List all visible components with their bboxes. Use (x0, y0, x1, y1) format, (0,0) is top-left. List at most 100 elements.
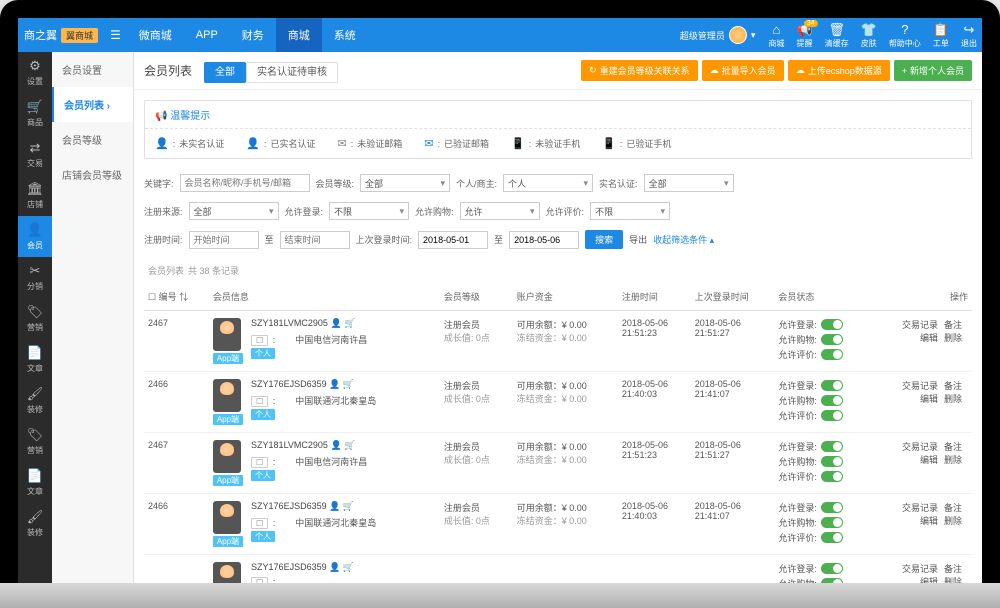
header-btn-新增个人会员[interactable]: +新增个人会员 (894, 60, 972, 81)
last-start-input[interactable] (418, 231, 488, 249)
tab-1[interactable]: 实名认证待审核 (246, 62, 338, 83)
rail-item-文章[interactable]: 📄文章 (18, 462, 52, 503)
menu-icon[interactable]: ☰ (104, 28, 127, 42)
rail-item-文章[interactable]: 📄文章 (18, 339, 52, 380)
type-select[interactable]: 个人 (503, 174, 593, 192)
toggle[interactable] (821, 532, 843, 543)
tab-0[interactable]: 全部 (204, 62, 246, 83)
topnav-item-0[interactable]: 系统 (322, 18, 368, 52)
toolbar-帮助中心[interactable]: ?帮助中心 (884, 22, 926, 49)
op-link[interactable]: 交易记录 (902, 381, 938, 391)
rail-item-会员[interactable]: 👤会员 (18, 216, 52, 257)
toggle[interactable] (821, 456, 843, 467)
keyword-input[interactable] (180, 174, 310, 192)
rail-item-分销[interactable]: ✂分销 (18, 257, 52, 298)
op-link[interactable]: 编辑 (920, 577, 938, 583)
collapse-link[interactable]: 收起筛选条件 ▴ (653, 233, 714, 246)
toolbar-皮肤[interactable]: 👕皮肤 (856, 22, 882, 49)
营销-icon: 🏷 (27, 427, 44, 443)
header-btn-上传ecshop数据源[interactable]: ☁上传ecshop数据源 (788, 60, 890, 81)
tag-app: App端 (213, 475, 243, 486)
level-select[interactable]: 全部 (360, 174, 450, 192)
search-button[interactable]: 搜索 (585, 230, 623, 249)
sidebar-item-3[interactable]: 店铺会员等级 (52, 157, 133, 192)
rail-item-交易[interactable]: ⇄交易 (18, 134, 52, 175)
rail-item-商品[interactable]: 🛒商品 (18, 93, 52, 134)
user-box[interactable]: 超级管理员 ▾ (680, 26, 764, 44)
col-7: 操作 (872, 283, 972, 311)
op-link[interactable]: 交易记录 (902, 442, 938, 452)
topnav-item-3[interactable]: APP (184, 18, 230, 52)
toolbar-提醒[interactable]: 📢提醒34 (791, 22, 817, 49)
店铺-icon: 🏛 (27, 181, 44, 197)
tip-icon: 👤 (155, 137, 169, 150)
reg-start-input[interactable] (189, 231, 259, 249)
op-link[interactable]: 交易记录 (902, 503, 938, 513)
op-link[interactable]: 备注 (944, 442, 962, 452)
op-link[interactable]: 删除 (944, 455, 962, 465)
toggle[interactable] (821, 441, 843, 452)
rail-item-装修[interactable]: 🖌装修 (18, 380, 52, 421)
comment-select[interactable]: 不限 (590, 202, 670, 220)
col-6: 会员状态 (774, 283, 872, 311)
toggle[interactable] (821, 578, 843, 583)
last-end-input[interactable] (509, 231, 579, 249)
topnav-item-4[interactable]: 微商城 (127, 18, 184, 52)
page-header: 会员列表 全部实名认证待审核 ↻重建会员等级关联关系☁批量导入会员☁上传ecsh… (134, 52, 982, 90)
op-link[interactable]: 备注 (944, 320, 962, 330)
export-link[interactable]: 导出 (629, 233, 647, 246)
op-link[interactable]: 编辑 (920, 516, 938, 526)
left-rail: ⚙设置🛒商品⇄交易🏛店铺👤会员✂分销🏷营销📄文章🖌装修🏷营销📄文章🖌装修 (18, 52, 52, 583)
toolbar-清缓存[interactable]: 🗑清缓存 (820, 22, 854, 49)
会员-icon: 👤 (27, 222, 43, 238)
header-btn-重建会员等级关联关系[interactable]: ↻重建会员等级关联关系 (581, 60, 698, 81)
op-link[interactable]: 交易记录 (902, 564, 938, 574)
header-btn-批量导入会员[interactable]: ☁批量导入会员 (702, 60, 784, 81)
top-nav: 商之翼 翼商城 ☰ 微商城APP财务商城系统 超级管理员 ▾ ⌂商城📢提醒34🗑… (18, 18, 982, 52)
toggle[interactable] (821, 517, 843, 528)
logo-text: 商之翼 (24, 27, 57, 43)
avatar (729, 26, 747, 44)
op-link[interactable]: 编辑 (920, 394, 938, 404)
op-link[interactable]: 删除 (944, 577, 962, 583)
设置-icon: ⚙ (29, 58, 41, 74)
toolbar-退出[interactable]: ↪退出 (956, 22, 982, 49)
装修-icon: 🖌 (27, 386, 44, 402)
topnav-item-2[interactable]: 财务 (230, 18, 276, 52)
op-link[interactable]: 交易记录 (902, 320, 938, 330)
toolbar-工单[interactable]: 📋工单 (928, 22, 954, 49)
toggle[interactable] (821, 349, 843, 360)
toolbar-商城[interactable]: ⌂商城 (763, 22, 789, 49)
op-link[interactable]: 删除 (944, 516, 962, 526)
op-link[interactable]: 删除 (944, 333, 962, 343)
toggle[interactable] (821, 502, 843, 513)
toggle[interactable] (821, 395, 843, 406)
rail-item-店铺[interactable]: 🏛店铺 (18, 175, 52, 216)
op-link[interactable]: 备注 (944, 564, 962, 574)
toggle[interactable] (821, 471, 843, 482)
toggle[interactable] (821, 334, 843, 345)
rail-item-营销[interactable]: 🏷营销 (18, 421, 52, 462)
toggle[interactable] (821, 410, 843, 421)
op-link[interactable]: 编辑 (920, 333, 938, 343)
toggle[interactable] (821, 380, 843, 391)
rail-item-设置[interactable]: ⚙设置 (18, 52, 52, 93)
buy-select[interactable]: 允许 (460, 202, 540, 220)
op-link[interactable]: 删除 (944, 394, 962, 404)
sidebar-item-0[interactable]: 会员设置 (52, 52, 133, 87)
filter-label-regtime: 注册时间: (144, 233, 183, 246)
toggle[interactable] (821, 319, 843, 330)
rail-item-装修[interactable]: 🖌装修 (18, 503, 52, 544)
login-select[interactable]: 不限 (329, 202, 409, 220)
realname-select[interactable]: 全部 (644, 174, 734, 192)
rail-item-营销[interactable]: 🏷营销 (18, 298, 52, 339)
topnav-item-1[interactable]: 商城 (276, 18, 322, 52)
source-select[interactable]: 全部 (189, 202, 279, 220)
sidebar-item-1[interactable]: 会员列表 › (52, 87, 133, 122)
sidebar-item-2[interactable]: 会员等级 (52, 122, 133, 157)
op-link[interactable]: 备注 (944, 503, 962, 513)
op-link[interactable]: 备注 (944, 381, 962, 391)
reg-end-input[interactable] (280, 231, 350, 249)
toggle[interactable] (821, 563, 843, 574)
op-link[interactable]: 编辑 (920, 455, 938, 465)
